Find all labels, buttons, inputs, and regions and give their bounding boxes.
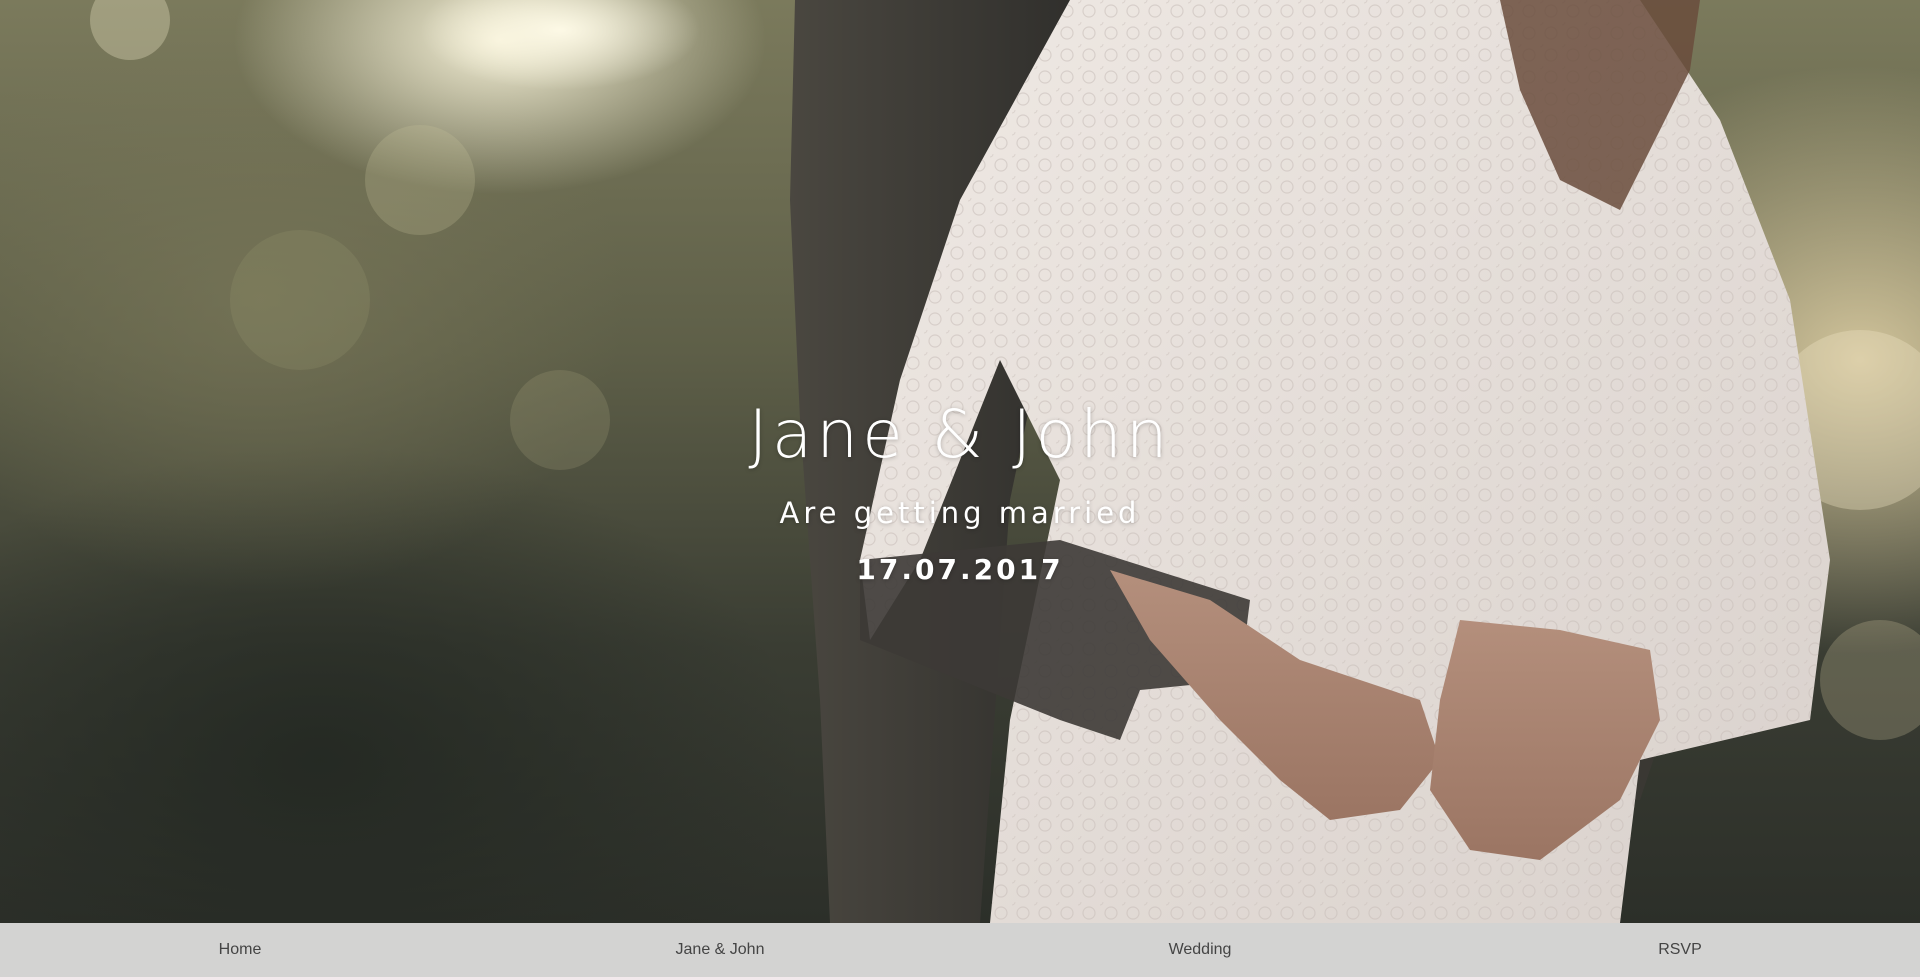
wedding-date: 17.07.2017 [856,553,1064,586]
wedding-page: Jane & John Are getting married 17.07.20… [0,0,1920,980]
bottom-navigation: Home Jane & John Wedding RSVP [0,923,1920,977]
sunlight-glow [420,0,700,90]
couple-names-heading: Jane & John [748,396,1172,473]
nav-home-link[interactable]: Home [0,923,480,977]
hero-section: Jane & John Are getting married 17.07.20… [0,0,1920,923]
nav-wedding-link[interactable]: Wedding [960,923,1440,977]
tagline: Are getting married [779,496,1141,530]
nav-couple-link[interactable]: Jane & John [480,923,960,977]
nav-rsvp-link[interactable]: RSVP [1440,923,1920,977]
